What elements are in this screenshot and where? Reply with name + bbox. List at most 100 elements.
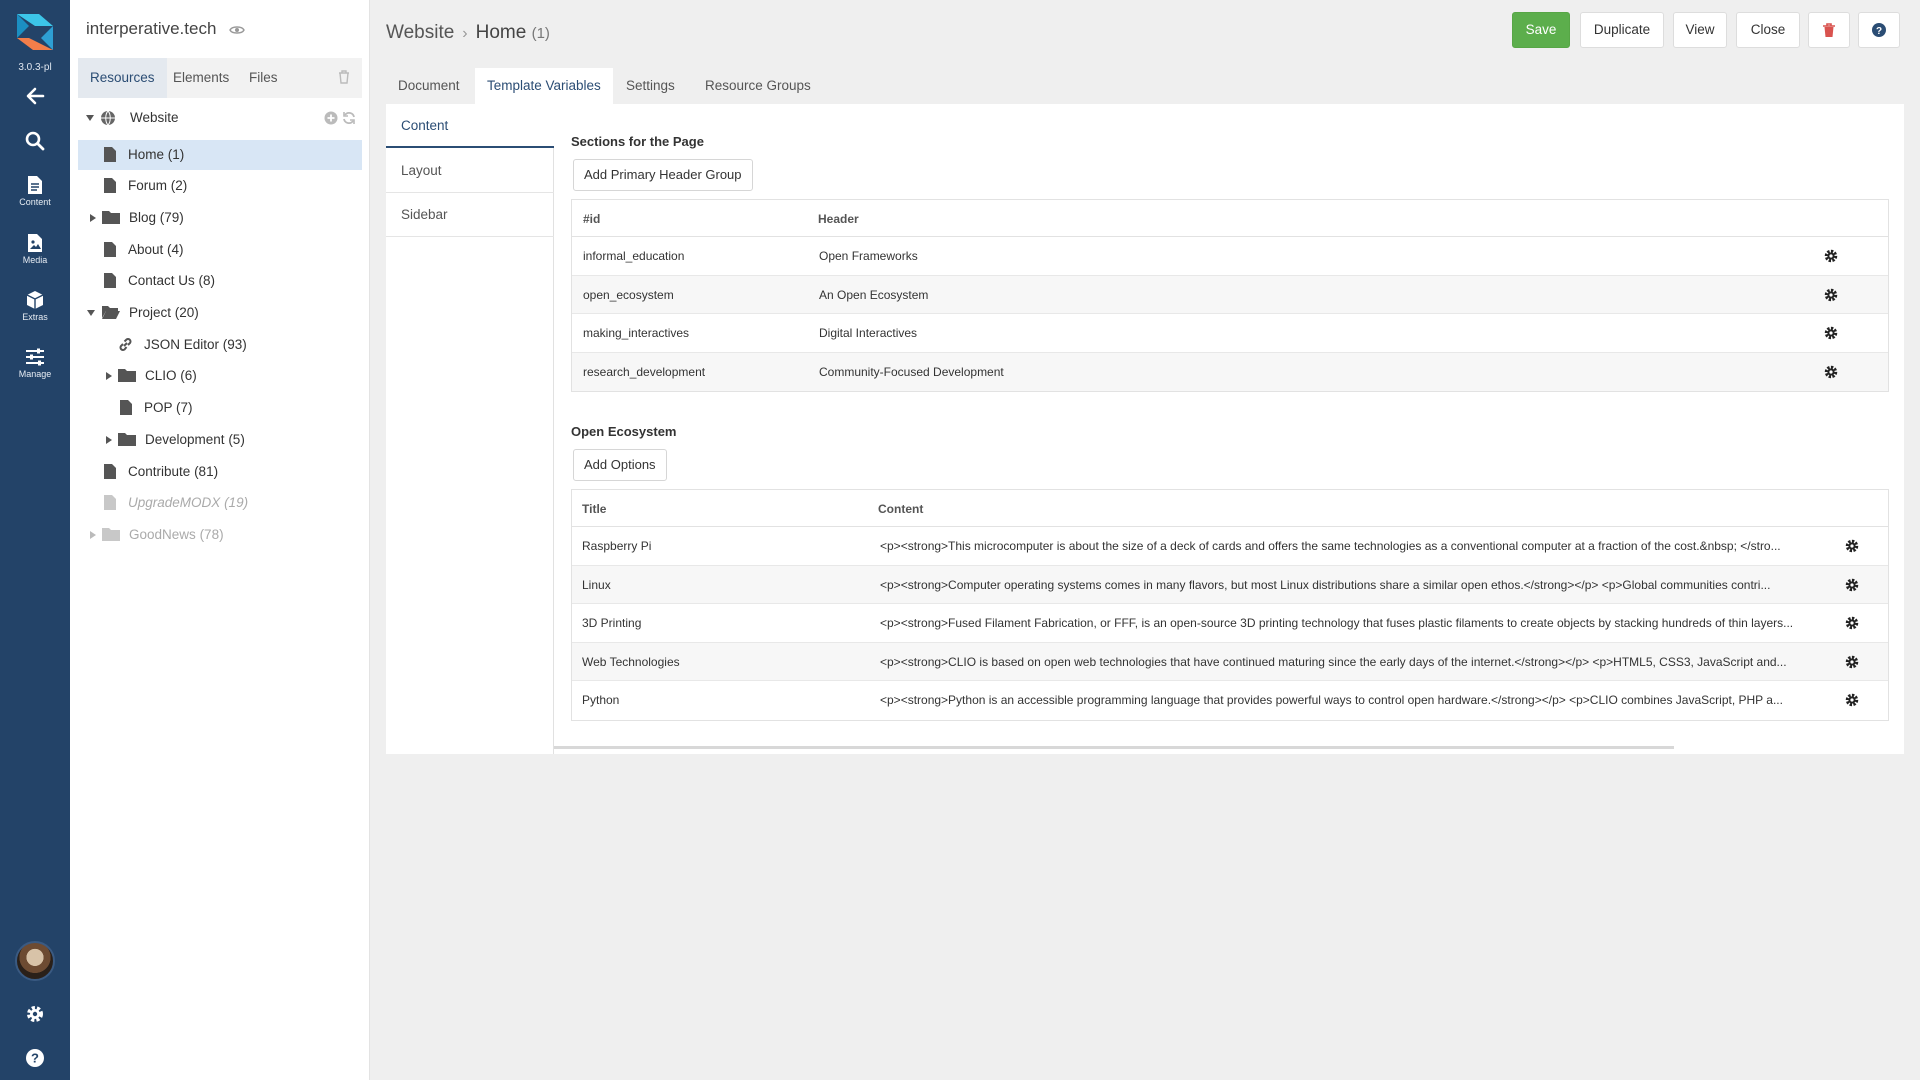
gear-icon[interactable] [1824, 326, 1838, 340]
tree-item-clio[interactable]: CLIO (6) [78, 361, 362, 391]
expand-arrow-icon[interactable] [90, 214, 96, 222]
tab-layout[interactable]: Layout [386, 149, 554, 193]
close-button[interactable]: Close [1736, 12, 1800, 48]
link-icon [119, 338, 132, 351]
ecosystem-title: Open Ecosystem [571, 424, 677, 439]
user-avatar[interactable] [15, 941, 55, 981]
tree-item-goodnews[interactable]: GoodNews (78) [78, 520, 362, 550]
settings-button[interactable] [0, 1004, 70, 1024]
table-row[interactable]: informal_education Open Frameworks [572, 237, 1888, 276]
folder-icon [102, 528, 120, 541]
expand-arrow-icon[interactable] [90, 531, 96, 539]
table-row[interactable]: research_development Community-Focused D… [572, 352, 1888, 391]
add-options-button[interactable]: Add Options [573, 449, 667, 481]
tree-item-contact-us[interactable]: Contact Us (8) [78, 266, 362, 296]
arrow-left-icon [26, 87, 45, 105]
tab-document[interactable]: Document [386, 68, 472, 104]
table-row[interactable]: Raspberry Pi <p><strong>This microcomput… [572, 527, 1888, 566]
search-icon [25, 131, 45, 151]
tree-item-upgrademodx[interactable]: UpgradeMODX (19) [78, 488, 362, 518]
gear-icon[interactable] [1845, 578, 1859, 592]
sections-title: Sections for the Page [571, 134, 704, 149]
tree-root-website[interactable]: Website [78, 103, 362, 133]
back-button[interactable] [0, 86, 70, 106]
trash-icon[interactable] [338, 70, 350, 84]
grid-header: Title Content [572, 490, 1888, 527]
resource-id: (1) [531, 25, 550, 42]
tree-item-forum[interactable]: Forum (2) [78, 171, 362, 201]
table-row[interactable]: open_ecosystem An Open Ecosystem [572, 275, 1888, 314]
tree-item-blog[interactable]: Blog (79) [78, 203, 362, 233]
chevron-right-icon: › [462, 25, 468, 42]
manage-menu-button[interactable]: Manage [0, 347, 70, 379]
help-button[interactable]: ? [1858, 12, 1900, 48]
table-row[interactable]: Web Technologies <p><strong>CLIO is base… [572, 642, 1888, 681]
tree-item-about[interactable]: About (4) [78, 235, 362, 265]
save-button[interactable]: Save [1512, 12, 1570, 48]
extras-menu-button[interactable]: Extras [0, 290, 70, 322]
gear-icon[interactable] [1845, 616, 1859, 630]
gear-icon[interactable] [1824, 365, 1838, 379]
expand-arrow-icon[interactable] [106, 372, 112, 380]
tab-resource-groups[interactable]: Resource Groups [693, 68, 823, 104]
breadcrumb: Website › Home (1) [386, 22, 550, 44]
view-button[interactable]: View [1673, 12, 1727, 48]
refresh-icon[interactable] [342, 111, 356, 125]
tree-item-project[interactable]: Project (20) [78, 298, 362, 328]
tab-sidebar[interactable]: Sidebar [386, 193, 554, 237]
add-primary-header-group-button[interactable]: Add Primary Header Group [573, 159, 753, 191]
column-header-content[interactable]: Content [878, 502, 923, 516]
media-menu-button[interactable]: Media [0, 233, 70, 265]
tab-content[interactable]: Content [386, 104, 554, 148]
tree-item-contribute[interactable]: Contribute (81) [78, 457, 362, 487]
search-button[interactable] [0, 131, 70, 151]
table-row[interactable]: Linux <p><strong>Computer operating syst… [572, 565, 1888, 604]
resource-tree-panel: interperative.tech Resources Elements Fi… [70, 0, 370, 1080]
file-icon [104, 273, 116, 288]
table-row[interactable]: making_interactives Digital Interactives [572, 314, 1888, 353]
help-button[interactable]: ? [0, 1048, 70, 1068]
tab-template-variables[interactable]: Template Variables [475, 68, 613, 104]
globe-icon [101, 110, 115, 126]
gear-icon[interactable] [1845, 693, 1859, 707]
tree-item-pop[interactable]: POP (7) [78, 393, 362, 423]
folder-open-icon [102, 306, 120, 319]
content-menu-button[interactable]: Content [0, 175, 70, 207]
expand-arrow-icon[interactable] [106, 436, 112, 444]
column-header-title[interactable]: Title [582, 502, 606, 516]
tab-elements[interactable]: Elements [161, 58, 241, 98]
table-row[interactable]: Python <p><strong>Python is an accessibl… [572, 681, 1888, 720]
eye-icon[interactable] [229, 24, 245, 36]
column-header-header[interactable]: Header [818, 212, 859, 226]
file-icon [104, 242, 116, 257]
gear-icon[interactable] [1824, 249, 1838, 263]
breadcrumb-parent[interactable]: Website [386, 22, 454, 43]
tree-item-json-editor[interactable]: JSON Editor (93) [78, 330, 362, 360]
delete-button[interactable] [1808, 12, 1850, 48]
file-icon [104, 147, 116, 162]
tab-settings[interactable]: Settings [614, 68, 687, 104]
tab-files[interactable]: Files [237, 58, 290, 98]
horizontal-scrollbar[interactable] [554, 746, 1674, 749]
collapse-arrow-icon[interactable] [87, 310, 95, 316]
gear-icon[interactable] [1845, 655, 1859, 669]
table-row[interactable]: 3D Printing <p><strong>Fused Filament Fa… [572, 604, 1888, 643]
cube-icon [26, 291, 44, 309]
version-label: 3.0.3-pl [18, 62, 52, 73]
add-circle-icon[interactable] [324, 111, 338, 125]
tree-item-home[interactable]: Home (1) [78, 140, 362, 170]
tree-item-development[interactable]: Development (5) [78, 425, 362, 455]
svg-text:?: ? [1876, 26, 1882, 37]
question-circle-icon: ? [1872, 23, 1886, 37]
collapse-arrow-icon[interactable] [86, 115, 94, 121]
modx-logo[interactable] [15, 12, 55, 52]
folder-icon [118, 433, 136, 446]
tab-resources[interactable]: Resources [78, 58, 167, 98]
main-content: Website › Home (1) Save Duplicate View Clo… [370, 0, 1920, 1080]
duplicate-button[interactable]: Duplicate [1580, 12, 1664, 48]
trash-icon [1823, 23, 1835, 37]
gear-icon[interactable] [1845, 539, 1859, 553]
gear-icon[interactable] [1824, 288, 1838, 302]
column-header-id[interactable]: #id [583, 212, 600, 226]
image-file-icon [28, 234, 42, 252]
